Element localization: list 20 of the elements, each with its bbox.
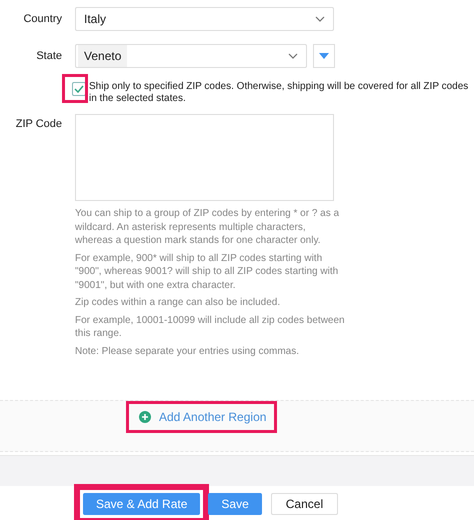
field-label: Country bbox=[22, 13, 62, 25]
zip-code-field[interactable] bbox=[75, 114, 334, 201]
dropdown-button[interactable] bbox=[313, 44, 335, 68]
chevron-icon bbox=[288, 53, 298, 59]
plus-circle-icon bbox=[139, 411, 151, 423]
state-select[interactable]: Veneto bbox=[75, 44, 307, 68]
checkbox[interactable] bbox=[72, 82, 86, 96]
field-label: State bbox=[35, 50, 62, 62]
help-text: Zip codes within a range can also be included. bbox=[75, 296, 282, 310]
checkbox-label: Ship only to specified ZIP codes. Otherwise, shipping will be covered for all ZIP codes in the selected states. bbox=[89, 81, 470, 105]
help-text: For example, 10001-10099 will include all zip codes between this range. bbox=[75, 314, 345, 340]
cancel-button[interactable]: Cancel bbox=[270, 493, 338, 515]
chevron-icon bbox=[315, 16, 325, 22]
help-text: You can ship to a group of ZIP codes by entering * or ? as a wildcard. An asterisk represents multiple characters, whereas a question mark stands for one character only. bbox=[75, 207, 340, 248]
field-label: ZIP Code bbox=[14, 117, 62, 130]
help-text: For example, 900* will ship to all ZIP codes starting with "900", whereas 9001? will ship to all ZIP codes starting with "9001", but with one extra character. bbox=[75, 252, 340, 292]
country-select[interactable]: Italy bbox=[75, 7, 334, 31]
check-icon bbox=[74, 85, 84, 93]
help-text: Note: Please separate your entries using commas. bbox=[75, 344, 300, 358]
caret-icon bbox=[319, 53, 329, 59]
